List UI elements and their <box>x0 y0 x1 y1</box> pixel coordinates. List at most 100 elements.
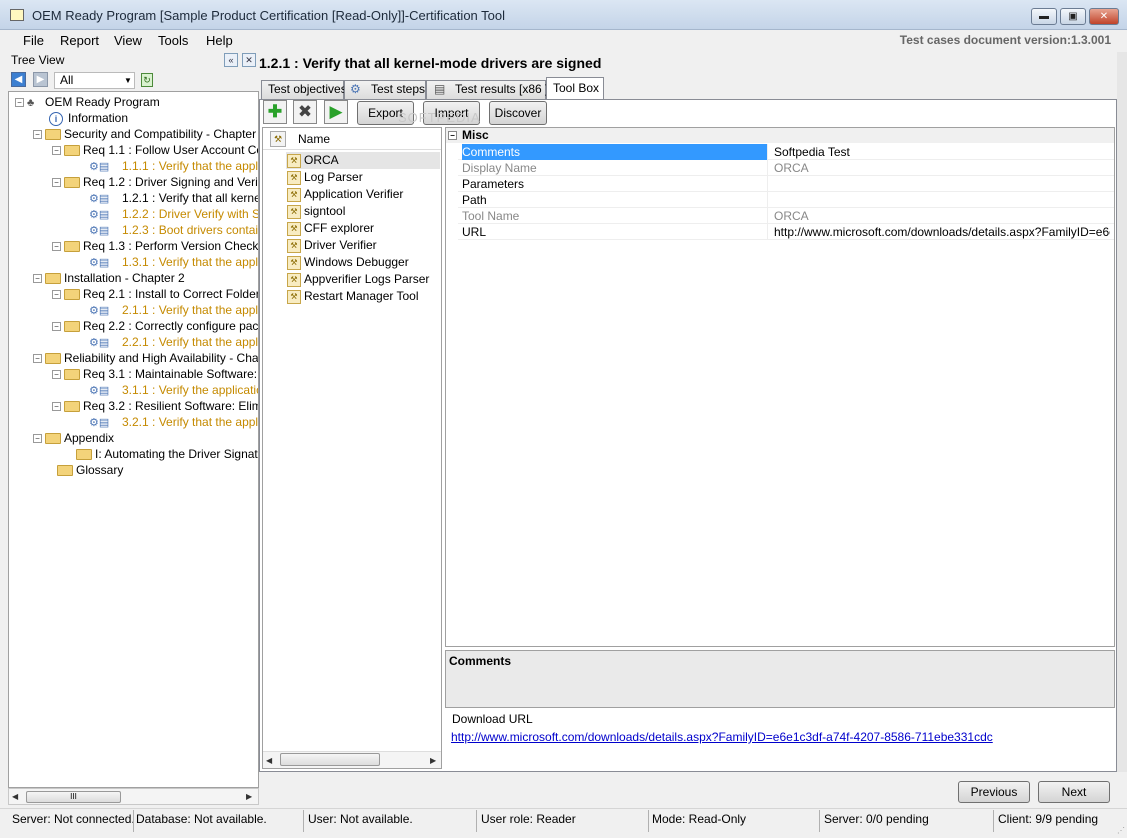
tree-node-req-3-2[interactable]: − Req 3.2 : Resilient Software: Elimina <box>52 398 258 414</box>
menu-tools[interactable]: Tools <box>158 33 188 48</box>
download-url-link[interactable]: http://www.microsoft.com/downloads/detai… <box>451 730 993 744</box>
menu-report[interactable]: Report <box>60 33 99 48</box>
property-description-panel <box>445 650 1115 708</box>
test-case-icon: ⚙▤ <box>89 192 110 205</box>
close-panel-button[interactable]: ✕ <box>242 53 256 67</box>
add-tool-button[interactable]: ✚ <box>263 100 287 124</box>
folder-icon <box>45 353 61 365</box>
tree-node-req-2-2[interactable]: − Req 2.2 : Correctly configure packag <box>52 318 258 334</box>
tree-node-test-2-2-1[interactable]: ⚙▤ 2.2.1 : Verify that the applica <box>89 334 258 350</box>
tool-item-application-verifier[interactable]: ⚒ Application Verifier <box>287 186 403 203</box>
forward-arrow-icon[interactable]: ▶ <box>33 72 48 87</box>
tool-item-driver-verifier[interactable]: ⚒ Driver Verifier <box>287 237 377 254</box>
test-case-icon: ⚙▤ <box>89 416 110 429</box>
tree-node-test-1-1-1[interactable]: ⚙▤ 1.1.1 : Verify that the applica <box>89 158 258 174</box>
scroll-right-icon[interactable]: ▶ <box>246 792 252 801</box>
tree-node-glossary[interactable]: Glossary <box>45 462 123 478</box>
folder-icon <box>64 177 80 189</box>
tool-list-scroll-thumb[interactable] <box>280 753 380 766</box>
tree-node-test-3-1-1[interactable]: ⚙▤ 3.1.1 : Verify the application <box>89 382 258 398</box>
doc-version-label: Test cases document version:1.3.001 <box>899 33 1111 47</box>
tab-test-objectives[interactable]: Test objectives <box>261 80 347 99</box>
scroll-right-icon[interactable]: ▶ <box>430 756 436 765</box>
run-tool-button[interactable]: ▶ <box>324 100 348 124</box>
tree-node-req-1-1[interactable]: − Req 1.1 : Follow User Account Cont <box>52 142 258 158</box>
tree-node-chapter3[interactable]: − Reliability and High Availability - Cha… <box>33 350 258 366</box>
tree-scroll-thumb[interactable]: III <box>26 791 121 803</box>
property-row-tool-name[interactable]: Tool Name ORCA <box>458 208 1114 224</box>
menu-help[interactable]: Help <box>206 33 233 48</box>
tree-node-req-3-1[interactable]: − Req 3.1 : Maintainable Software: Eli <box>52 366 258 382</box>
right-scroll-gutter <box>1117 52 1127 772</box>
status-database: Database: Not available. <box>136 812 267 826</box>
folder-icon <box>45 273 61 285</box>
chevron-down-icon[interactable]: ▼ <box>124 72 132 89</box>
tree-filter-select[interactable]: All <box>54 72 135 89</box>
scroll-left-icon[interactable]: ◀ <box>266 756 272 765</box>
tree-node-test-1-3-1[interactable]: ⚙▤ 1.3.1 : Verify that the applica <box>89 254 258 270</box>
test-case-icon: ⚙▤ <box>89 224 110 237</box>
tab-test-steps[interactable]: ⚙ Test steps <box>344 80 426 99</box>
tree-node-test-3-2-1[interactable]: ⚙▤ 3.2.1 : Verify that the applica <box>89 414 258 430</box>
back-arrow-icon[interactable]: ◀ <box>11 72 26 87</box>
property-row-path[interactable]: Path <box>458 192 1114 208</box>
previous-button[interactable]: Previous <box>958 781 1030 803</box>
gear-icon: ⚙ <box>350 82 361 96</box>
refresh-icon[interactable]: ↻ <box>141 73 153 87</box>
tool-item-log-parser[interactable]: ⚒ Log Parser <box>287 169 363 186</box>
scroll-left-icon[interactable]: ◀ <box>12 792 18 801</box>
tab-test-results[interactable]: ▤ Test results [x86 ] <box>426 80 548 99</box>
collapse-panel-button[interactable]: « <box>224 53 238 67</box>
property-row-display-name[interactable]: Display Name ORCA <box>458 160 1114 176</box>
tool-icon: ⚒ <box>287 238 301 253</box>
tree-node-information[interactable]: i Information <box>49 110 128 126</box>
tool-icon: ⚒ <box>287 204 301 219</box>
close-button[interactable]: ✕ <box>1089 8 1119 25</box>
tree-node-test-1-2-1[interactable]: ⚙▤1.2.1 : Verify that all kernel-m <box>89 190 258 206</box>
tool-item-orca[interactable]: ⚒ ORCA <box>287 152 339 169</box>
folder-icon <box>76 449 92 461</box>
tool-icon: ⚒ <box>287 272 301 287</box>
folder-icon <box>64 289 80 301</box>
tool-list-header[interactable]: ⚒ Name <box>263 128 441 150</box>
menu-file[interactable]: File <box>23 33 44 48</box>
delete-tool-button[interactable]: ✖ <box>293 100 317 124</box>
maximize-button[interactable]: ▣ <box>1060 8 1086 25</box>
tree-node-appendix-i[interactable]: I: Automating the Driver Signature V <box>64 446 258 462</box>
folder-icon <box>64 241 80 253</box>
tree-node-test-1-2-2[interactable]: ⚙▤1.2.2 : Driver Verify with Swit <box>89 206 258 222</box>
tree-node-chapter2[interactable]: − Installation - Chapter 2 <box>33 270 185 286</box>
property-category[interactable]: − Misc <box>446 128 1114 143</box>
property-row-url[interactable]: URL http://www.microsoft.com/downloads/de… <box>458 224 1114 240</box>
tree-node-req-1-2[interactable]: − Req 1.2 : Driver Signing and Verifica <box>52 174 258 190</box>
minimize-button[interactable]: ▬ <box>1031 8 1057 25</box>
discover-button[interactable]: Discover <box>489 101 547 125</box>
property-row-comments[interactable]: Comments Softpedia Test <box>458 144 1114 160</box>
tool-icon: ⚒ <box>287 153 301 168</box>
tool-item-appverifier-logs-parser[interactable]: ⚒ Appverifier Logs Parser <box>287 271 429 288</box>
tree-node-req-1-3[interactable]: − Req 1.3 : Perform Version Checking <box>52 238 258 254</box>
status-server-pending: Server: 0/0 pending <box>824 812 929 826</box>
page-title: 1.2.1 : Verify that all kernel-mode driv… <box>259 55 602 71</box>
tree-node-appendix[interactable]: − Appendix <box>33 430 114 446</box>
resize-grip-icon[interactable]: ⋰ <box>1117 826 1125 835</box>
tree-node-req-2-1[interactable]: − Req 2.1 : Install to Correct Folders <box>52 286 258 302</box>
folder-icon <box>57 465 73 477</box>
tree-view[interactable]: − ♣ OEM Ready Program i Information − Securi… <box>8 91 259 788</box>
next-button[interactable]: Next <box>1038 781 1110 803</box>
tree-node-chapter1[interactable]: − Security and Compatibility - Chapter 1 <box>33 126 258 142</box>
tool-item-windows-debugger[interactable]: ⚒ Windows Debugger <box>287 254 409 271</box>
status-server: Server: Not connected. <box>12 812 135 826</box>
tree-node-test-1-2-3[interactable]: ⚙▤1.2.3 : Boot drivers contain E <box>89 222 258 238</box>
collapse-icon[interactable]: − <box>448 131 457 140</box>
download-url-label: Download URL <box>452 712 533 726</box>
property-row-parameters[interactable]: Parameters <box>458 176 1114 192</box>
tool-item-restart-manager-tool[interactable]: ⚒ Restart Manager Tool <box>287 288 419 305</box>
tab-tool-box[interactable]: Tool Box <box>546 77 604 100</box>
tree-node-test-2-1-1[interactable]: ⚙▤ 2.1.1 : Verify that the applica <box>89 302 258 318</box>
tree-node-root[interactable]: − ♣ OEM Ready Program <box>15 94 160 110</box>
test-case-icon: ⚙▤ <box>89 256 110 269</box>
tool-item-signtool[interactable]: ⚒ signtool <box>287 203 345 220</box>
menu-view[interactable]: View <box>114 33 142 48</box>
tool-item-cff-explorer[interactable]: ⚒ CFF explorer <box>287 220 374 237</box>
